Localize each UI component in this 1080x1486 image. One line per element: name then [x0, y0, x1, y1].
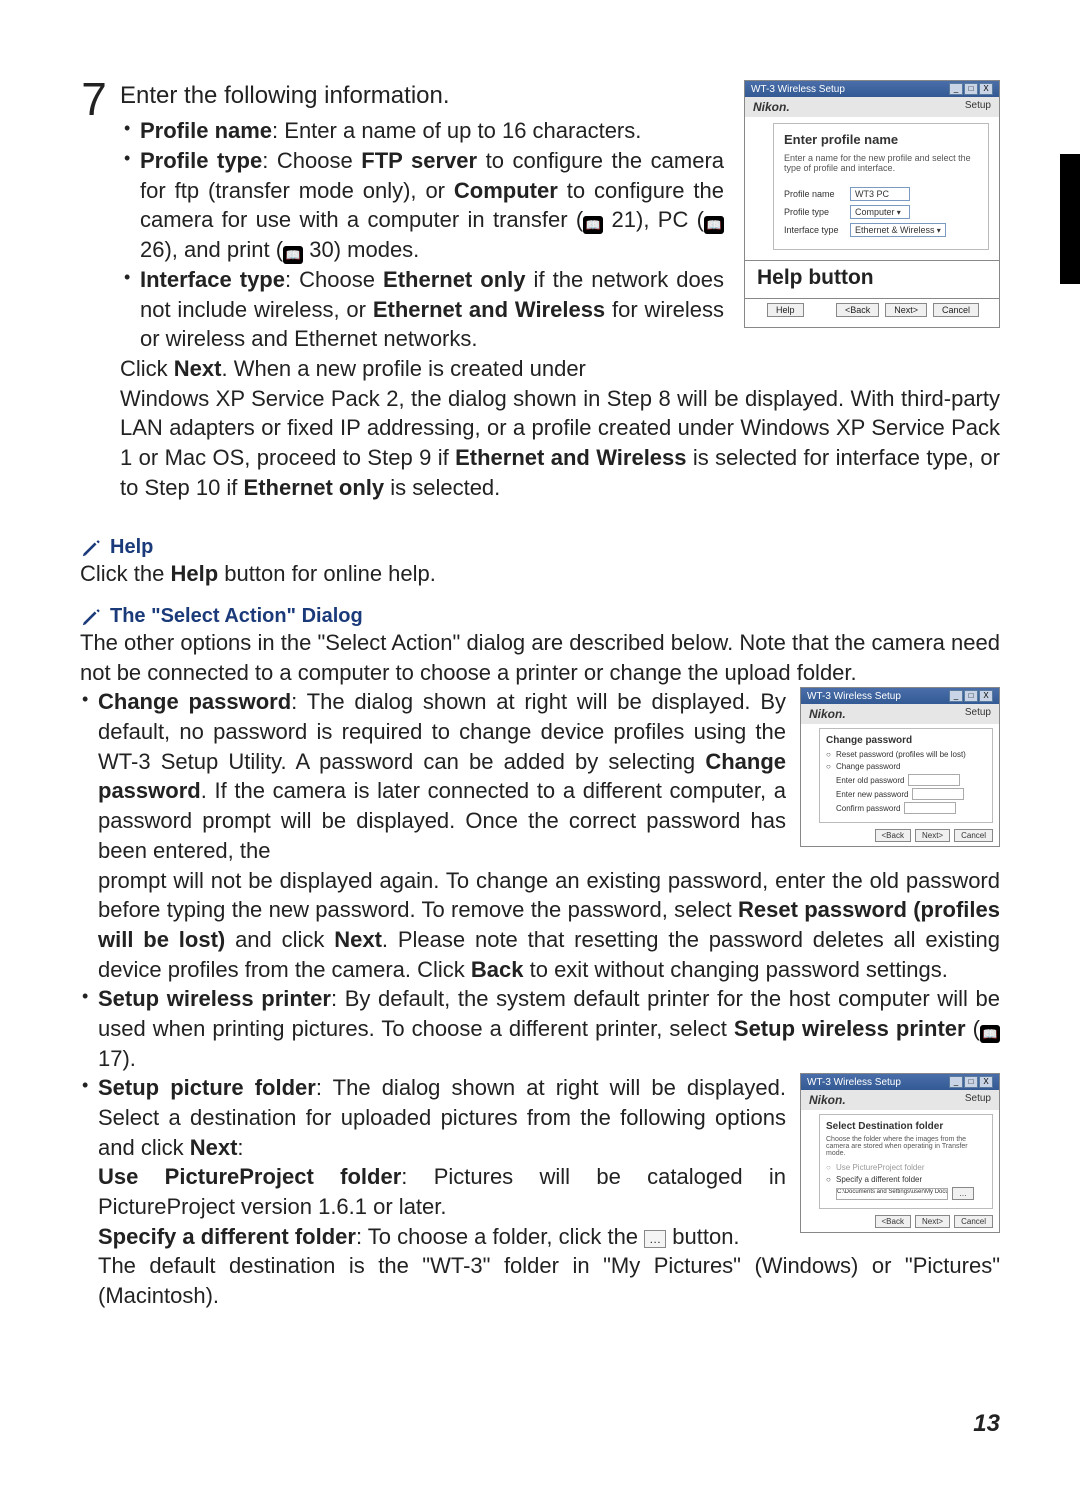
dialog-heading: Select Destination folder — [826, 1121, 986, 1132]
brand-bar: Nikon.Setup — [801, 704, 999, 724]
back-button[interactable]: <Back — [875, 1215, 911, 1228]
pencil-icon — [80, 606, 102, 628]
pencil-icon — [80, 537, 102, 559]
help-button[interactable]: Help — [767, 303, 804, 317]
bullet-setup-picture-folder: Setup picture folder: The dialog shown a… — [80, 1073, 786, 1162]
profile-type-field[interactable]: Profile typeComputer — [784, 205, 978, 219]
select-action-heading: The "Select Action" Dialog — [80, 605, 1000, 628]
cancel-button[interactable]: Cancel — [933, 303, 979, 317]
back-button[interactable]: <Back — [875, 829, 911, 842]
confirm-password-field[interactable]: Confirm password — [836, 802, 986, 814]
page-number: 13 — [973, 1410, 1000, 1438]
document-page: 7 Enter the following information. Profi… — [0, 0, 1080, 1486]
bullet-interface-type: Interface type: Choose Ethernet only if … — [120, 265, 724, 354]
next-button[interactable]: Next> — [885, 303, 927, 317]
next-button[interactable]: Next> — [915, 1215, 950, 1228]
help-button-callout: Help button Help <Back Next> Cancel — [744, 260, 1000, 328]
brand-bar: Nikon.Setup — [801, 1090, 999, 1110]
reset-password-radio[interactable]: Reset password (profiles will be lost) — [826, 750, 986, 759]
dialog-subtext: Enter a name for the new profile and sel… — [784, 153, 978, 173]
window-title-bar: WT-3 Wireless Setup _□X — [801, 1074, 999, 1090]
bullet-change-password: Change password: The dialog shown at rig… — [80, 687, 786, 865]
window-controls[interactable]: _□X — [948, 690, 993, 702]
browse-button[interactable]: … — [952, 1187, 974, 1200]
page-ref-icon: 📖 — [704, 216, 724, 234]
help-note-body: Click the Help button for online help. — [80, 559, 1000, 589]
use-pictureproject-text: Use PictureProject folder: Pictures will… — [80, 1162, 786, 1221]
cancel-button[interactable]: Cancel — [954, 829, 993, 842]
window-title-bar: WT-3 Wireless Setup _□X — [745, 81, 999, 97]
use-pp-folder-radio[interactable]: Use PictureProject folder — [826, 1163, 986, 1172]
dialog-heading: Enter profile name — [784, 132, 978, 147]
specify-folder-text: Specify a different folder: To choose a … — [80, 1222, 786, 1252]
old-password-field[interactable]: Enter old password — [836, 774, 986, 786]
brand-bar: Nikon. Setup — [745, 97, 999, 117]
screenshot-enter-profile: WT-3 Wireless Setup _□X Nikon. Setup Ent… — [744, 80, 1000, 328]
page-ref-icon: 📖 — [283, 246, 303, 264]
bullet-setup-printer: Setup wireless printer: By default, the … — [80, 984, 1000, 1073]
bullet-profile-name: Profile name: Enter a name of up to 16 c… — [120, 116, 724, 146]
dialog-subtext: Choose the folder where the images from … — [826, 1136, 986, 1157]
cancel-button[interactable]: Cancel — [954, 1215, 993, 1228]
next-button[interactable]: Next> — [915, 829, 950, 842]
step7-block: 7 Enter the following information. Profi… — [80, 80, 1000, 384]
maximize-icon[interactable]: □ — [964, 83, 978, 95]
new-password-field[interactable]: Enter new password — [836, 788, 986, 800]
change-password-radio[interactable]: Change password — [826, 762, 986, 771]
select-action-intro: The other options in the "Select Action"… — [80, 628, 1000, 687]
window-controls[interactable]: _□X — [948, 83, 993, 95]
interface-type-field[interactable]: Interface typeEthernet & Wireless — [784, 223, 978, 237]
step-number: 7 — [80, 76, 108, 122]
default-destination-text: The default destination is the "WT-3" fo… — [80, 1251, 1000, 1310]
page-ref-icon: 📖 — [980, 1025, 1000, 1043]
help-note-heading: Help — [80, 536, 1000, 559]
window-title-bar: WT-3 Wireless Setup _□X — [801, 688, 999, 704]
step-after-text-part1: Click Next. When a new profile is create… — [120, 354, 724, 384]
profile-name-field[interactable]: Profile nameWT3 PC — [784, 187, 978, 201]
back-button[interactable]: <Back — [836, 303, 879, 317]
step-after-text-part2: Windows XP Service Pack 2, the dialog sh… — [120, 384, 1000, 503]
step-title: Enter the following information. — [120, 80, 724, 112]
side-tab — [1060, 154, 1080, 284]
browse-button-icon[interactable]: … — [644, 1230, 666, 1248]
screenshot-select-destination: WT-3 Wireless Setup _□X Nikon.Setup Sele… — [800, 1073, 1000, 1233]
minimize-icon[interactable]: _ — [949, 83, 963, 95]
specify-folder-radio[interactable]: Specify a different folder — [826, 1175, 986, 1184]
b -change-password-cont: prompt will not be displayed again. To c… — [80, 866, 1000, 985]
bullet-profile-type: Profile type: Choose FTP server to confi… — [120, 146, 724, 265]
folder-path-field[interactable]: C:\Documents and Settings\user\My Docume… — [836, 1187, 986, 1200]
dialog-heading: Change password — [826, 735, 986, 746]
screenshot-change-password: WT-3 Wireless Setup _□X Nikon.Setup Chan… — [800, 687, 1000, 847]
setup-logo: Setup — [965, 100, 991, 114]
close-icon[interactable]: X — [979, 83, 993, 95]
page-ref-icon: 📖 — [583, 216, 603, 234]
window-controls[interactable]: _□X — [948, 1076, 993, 1088]
